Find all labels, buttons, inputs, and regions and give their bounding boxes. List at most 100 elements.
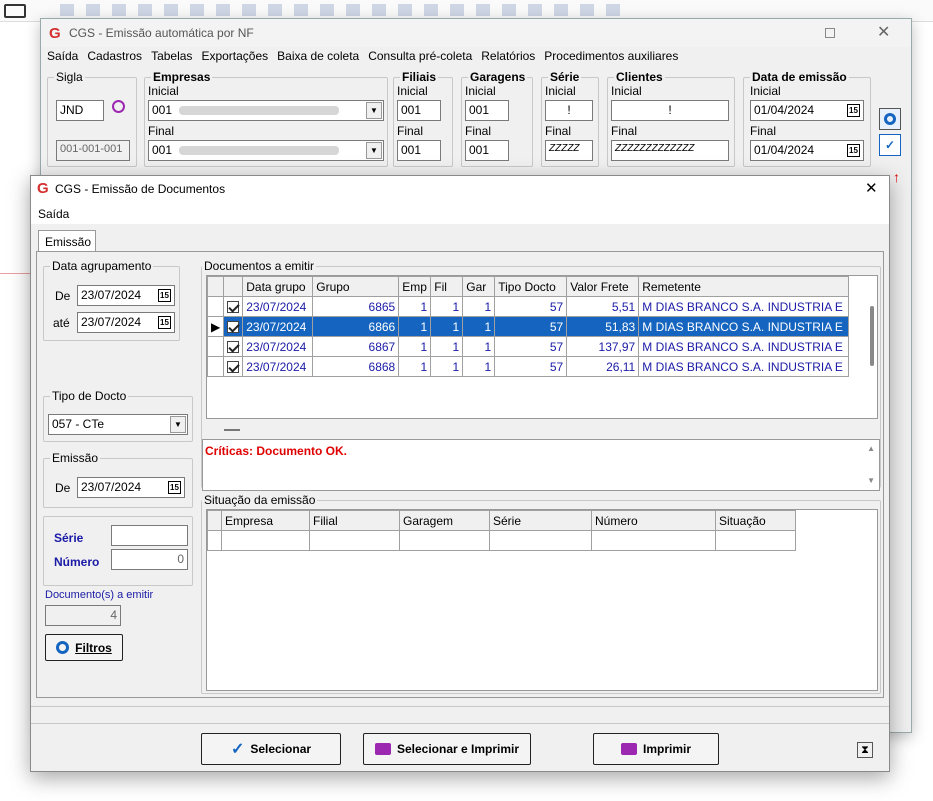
filiais-group: Filiais Inicial 001 Final 001: [393, 70, 453, 167]
close-icon[interactable]: ✕: [877, 22, 890, 42]
serie-final-input[interactable]: ZZZZZ: [545, 140, 593, 161]
menu-procedimentos[interactable]: Procedimentos auxiliares: [544, 49, 678, 67]
checkbox-checked[interactable]: [227, 321, 240, 334]
garagens-group: Garagens Inicial 001 Final 001: [461, 70, 533, 167]
data-emissao-group: Data de emissão Inicial 01/04/2024 15 Fin…: [743, 70, 871, 167]
menu-tabelas[interactable]: Tabelas: [151, 49, 192, 67]
garagem-inicial-input[interactable]: 001: [465, 100, 509, 121]
col-header[interactable]: Remetente: [638, 276, 850, 297]
calendar-icon[interactable]: 15: [847, 144, 860, 157]
sigla-input[interactable]: JND: [56, 100, 104, 121]
serie-inicial-input[interactable]: !: [545, 100, 593, 121]
table-row[interactable]: 23/07/2024 6867 1 1 1 57 137,97 M DIAS B…: [207, 336, 850, 357]
tab-emissao[interactable]: Emissão: [38, 230, 96, 252]
status-bar: [31, 706, 889, 724]
checkbox-checked[interactable]: [227, 341, 240, 354]
table-row[interactable]: [207, 530, 796, 551]
chevron-down-icon[interactable]: ▼: [170, 416, 186, 433]
col-header[interactable]: Emp: [398, 276, 432, 297]
col-header[interactable]: Garagem: [399, 510, 490, 531]
agrupamento-de-date[interactable]: 23/07/2024 15: [77, 285, 175, 306]
table-row-selected[interactable]: ▶ 23/07/2024 6866 1 1 1 57 51,83 M DIAS …: [207, 316, 850, 337]
gear-icon: [56, 641, 70, 654]
settings-button[interactable]: [879, 108, 901, 130]
data-emissao-inicial[interactable]: 01/04/2024 15: [750, 100, 864, 121]
vertical-scrollbar[interactable]: [870, 306, 874, 366]
chevron-down-icon[interactable]: ▼: [366, 142, 382, 159]
tipo-docto-group: Tipo de Docto 057 - CTe ▼: [43, 389, 193, 442]
checkbox-checked[interactable]: [227, 301, 240, 314]
selecionar-button[interactable]: ✓ Selecionar: [201, 733, 341, 765]
tipo-docto-select[interactable]: 057 - CTe ▼: [48, 414, 188, 435]
col-header[interactable]: Série: [489, 510, 592, 531]
emissao-de-date[interactable]: 23/07/2024 15: [77, 477, 185, 498]
col-header[interactable]: Data grupo: [242, 276, 314, 297]
situacao-table: Empresa Filial Garagem Série Número Situ…: [207, 510, 796, 551]
col-header[interactable]: Gar: [462, 276, 496, 297]
data-emissao-final[interactable]: 01/04/2024 15: [750, 140, 864, 161]
menu-relatorios[interactable]: Relatórios: [481, 49, 535, 67]
serie-input[interactable]: [111, 525, 188, 546]
col-header[interactable]: Tipo Docto: [494, 276, 568, 297]
cliente-final-input[interactable]: ZZZZZZZZZZZZZ: [611, 140, 729, 161]
scroll-up-icon[interactable]: ▲: [867, 444, 875, 453]
search-icon[interactable]: [112, 100, 125, 113]
calendar-icon[interactable]: 15: [158, 316, 171, 329]
empresas-group: Empresas Inicial 001 ▼ Final 001 ▼: [144, 70, 388, 167]
checkmark-icon: ✓: [230, 741, 245, 758]
bg-menubar: Saída Cadastros Tabelas Exportações Baix…: [47, 49, 678, 67]
col-header[interactable]: Grupo: [312, 276, 400, 297]
dialog-titlebar: G CGS - Emissão de Documentos ✕: [31, 176, 889, 202]
bg-titlebar: G CGS - Emissão automática por NF ✕: [41, 19, 911, 47]
agrupamento-ate-date[interactable]: 23/07/2024 15: [77, 312, 175, 333]
menu-exportacoes[interactable]: Exportações: [201, 49, 268, 67]
arrow-up-icon[interactable]: ↑: [893, 169, 900, 185]
criticas-text: Críticas: Documento OK.: [205, 444, 348, 458]
situacao-group: Situação da emissão Empresa Filial Garag…: [201, 493, 881, 694]
calendar-icon[interactable]: 15: [158, 289, 171, 302]
menu-cadastros[interactable]: Cadastros: [87, 49, 142, 67]
row-pointer-icon: ▶: [207, 316, 225, 337]
garagem-final-input[interactable]: 001: [465, 140, 509, 161]
cgs-logo-icon: G: [37, 180, 49, 197]
clientes-group: Clientes Inicial ! Final ZZZZZZZZZZZZZ: [607, 70, 735, 167]
docs-a-emitir-label: Documento(s) a emitir: [45, 589, 154, 601]
col-header[interactable]: Empresa: [221, 510, 310, 531]
chevron-down-icon[interactable]: ▼: [366, 102, 382, 119]
table-row[interactable]: 23/07/2024 6868 1 1 1 57 26,11 M DIAS BR…: [207, 356, 850, 377]
cliente-inicial-input[interactable]: !: [611, 100, 729, 121]
blurred-text: [179, 106, 339, 115]
dialog-menubar: Saída: [31, 202, 889, 224]
calendar-icon[interactable]: 15: [168, 481, 181, 494]
numero-input[interactable]: 0: [111, 549, 188, 570]
table-row[interactable]: 23/07/2024 6865 1 1 1 57 5,51 M DIAS BRA…: [207, 296, 850, 317]
empresa-final-select[interactable]: 001 ▼: [148, 140, 384, 161]
calendar-icon[interactable]: 15: [847, 104, 860, 117]
col-header[interactable]: Número: [591, 510, 716, 531]
menu-baixa-coleta[interactable]: Baixa de coleta: [277, 49, 359, 67]
menu-saida[interactable]: Saída: [38, 207, 69, 221]
splitter-handle[interactable]: [224, 429, 240, 431]
empresa-inicial-select[interactable]: 001 ▼: [148, 100, 384, 121]
filtros-button[interactable]: Filtros: [45, 634, 123, 661]
numero-label: Número: [54, 555, 100, 569]
imprimir-button[interactable]: Imprimir: [593, 733, 719, 765]
book-icon[interactable]: [4, 4, 26, 18]
menu-consulta[interactable]: Consulta pré-coleta: [368, 49, 472, 67]
filial-final-input[interactable]: 001: [397, 140, 441, 161]
blurred-text: [179, 146, 339, 155]
selecionar-imprimir-button[interactable]: Selecionar e Imprimir: [363, 733, 531, 765]
col-header[interactable]: Situação: [715, 510, 796, 531]
filial-inicial-input[interactable]: 001: [397, 100, 441, 121]
menu-saida[interactable]: Saída: [47, 49, 78, 67]
close-icon[interactable]: ✕: [865, 179, 878, 197]
col-header[interactable]: Valor Frete: [566, 276, 640, 297]
serie-label: Série: [54, 531, 84, 545]
col-header[interactable]: Fil: [430, 276, 464, 297]
maximize-icon[interactable]: [825, 28, 835, 38]
checkbox-checked[interactable]: [227, 361, 240, 374]
col-header[interactable]: Filial: [309, 510, 400, 531]
cgs-logo-icon: G: [49, 25, 61, 42]
confirm-button[interactable]: ✓: [879, 134, 901, 156]
scroll-down-icon[interactable]: ▼: [867, 476, 875, 485]
